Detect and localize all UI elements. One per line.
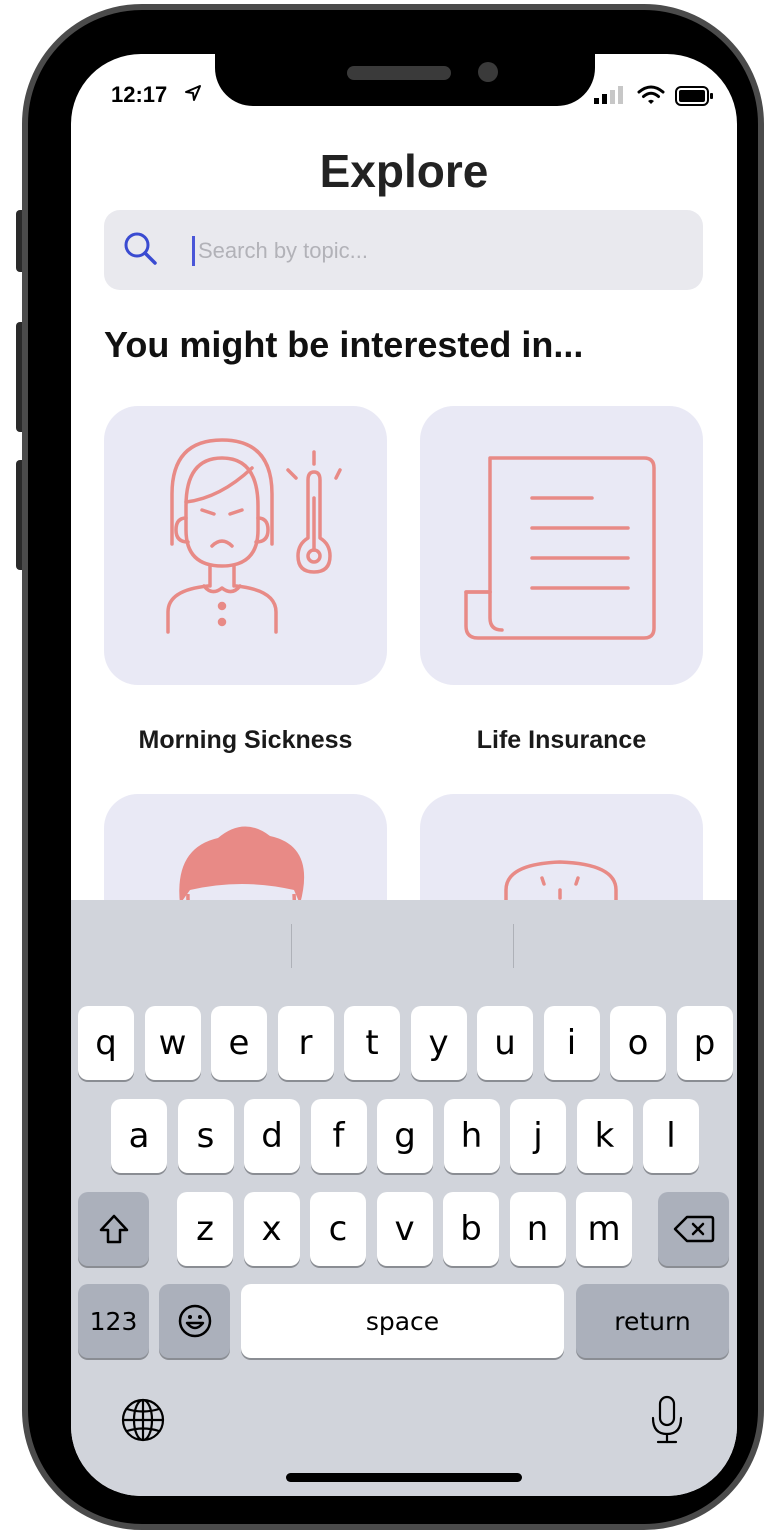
topic-card-life-insurance[interactable] bbox=[420, 406, 703, 685]
search-input[interactable] bbox=[196, 230, 680, 272]
phone-screen: 12:17 Explore You might be interested in… bbox=[71, 54, 737, 1496]
key-b[interactable]: b bbox=[443, 1192, 499, 1266]
globe-icon[interactable] bbox=[119, 1396, 167, 1444]
front-camera bbox=[478, 62, 498, 82]
key-g[interactable]: g bbox=[377, 1099, 433, 1173]
topic-label-life-insurance: Life Insurance bbox=[476, 726, 647, 754]
search-bar[interactable] bbox=[104, 210, 703, 290]
key-v[interactable]: v bbox=[376, 1192, 433, 1266]
microphone-icon[interactable] bbox=[647, 1394, 687, 1446]
key-x[interactable]: x bbox=[243, 1192, 300, 1266]
key-s[interactable]: s bbox=[177, 1099, 234, 1173]
battery-icon bbox=[675, 86, 713, 106]
home-indicator[interactable] bbox=[286, 1473, 522, 1482]
key-d[interactable]: d bbox=[244, 1099, 300, 1173]
topic-label-morning-sickness: Morning Sickness bbox=[138, 726, 353, 754]
key-c[interactable]: c bbox=[310, 1192, 366, 1266]
key-r[interactable]: r bbox=[277, 1006, 334, 1080]
space-key[interactable]: space bbox=[241, 1284, 564, 1358]
status-time: 12:17 bbox=[111, 82, 168, 107]
key-m[interactable]: m bbox=[576, 1192, 632, 1266]
speaker-grille bbox=[347, 66, 451, 80]
notch bbox=[215, 54, 595, 106]
emoji-key[interactable] bbox=[159, 1284, 230, 1358]
sick-person-thermometer-icon bbox=[166, 438, 342, 634]
location-arrow-icon bbox=[185, 85, 201, 101]
on-screen-keyboard: qwertyuiop asdfghjkl zxcvbnm 123 space r… bbox=[71, 900, 737, 1496]
shift-icon bbox=[99, 1214, 128, 1244]
key-k[interactable]: k bbox=[576, 1099, 633, 1173]
key-e[interactable]: e bbox=[211, 1006, 267, 1080]
key-t[interactable]: t bbox=[344, 1006, 400, 1080]
section-heading: You might be interested in... bbox=[104, 324, 584, 365]
key-p[interactable]: p bbox=[676, 1006, 733, 1080]
document-scroll-icon bbox=[464, 456, 656, 640]
backspace-icon bbox=[673, 1215, 714, 1243]
wifi-icon bbox=[637, 85, 665, 104]
key-i[interactable]: i bbox=[543, 1006, 600, 1080]
shift-key[interactable] bbox=[78, 1192, 149, 1266]
key-y[interactable]: y bbox=[410, 1006, 467, 1080]
key-o[interactable]: o bbox=[610, 1006, 666, 1080]
suggestion-divider bbox=[291, 924, 292, 968]
key-z[interactable]: z bbox=[177, 1192, 233, 1266]
key-q[interactable]: q bbox=[78, 1006, 134, 1080]
key-u[interactable]: u bbox=[477, 1006, 533, 1080]
key-w[interactable]: w bbox=[144, 1006, 201, 1080]
return-key[interactable]: return bbox=[576, 1284, 729, 1358]
key-l[interactable]: l bbox=[643, 1099, 699, 1173]
signal-icon bbox=[594, 86, 623, 104]
key-h[interactable]: h bbox=[443, 1099, 500, 1173]
topic-card-morning-sickness[interactable] bbox=[104, 406, 387, 685]
search-icon[interactable] bbox=[120, 228, 160, 268]
suggestion-divider bbox=[513, 924, 514, 968]
delete-key[interactable] bbox=[658, 1192, 729, 1266]
key-f[interactable]: f bbox=[310, 1099, 367, 1173]
key-j[interactable]: j bbox=[510, 1099, 566, 1173]
key-a[interactable]: a bbox=[111, 1099, 167, 1173]
emoji-icon bbox=[178, 1304, 211, 1338]
page-title: Explore bbox=[319, 145, 489, 197]
numbers-key[interactable]: 123 bbox=[78, 1284, 149, 1358]
key-n[interactable]: n bbox=[509, 1192, 566, 1266]
text-cursor bbox=[192, 236, 195, 266]
